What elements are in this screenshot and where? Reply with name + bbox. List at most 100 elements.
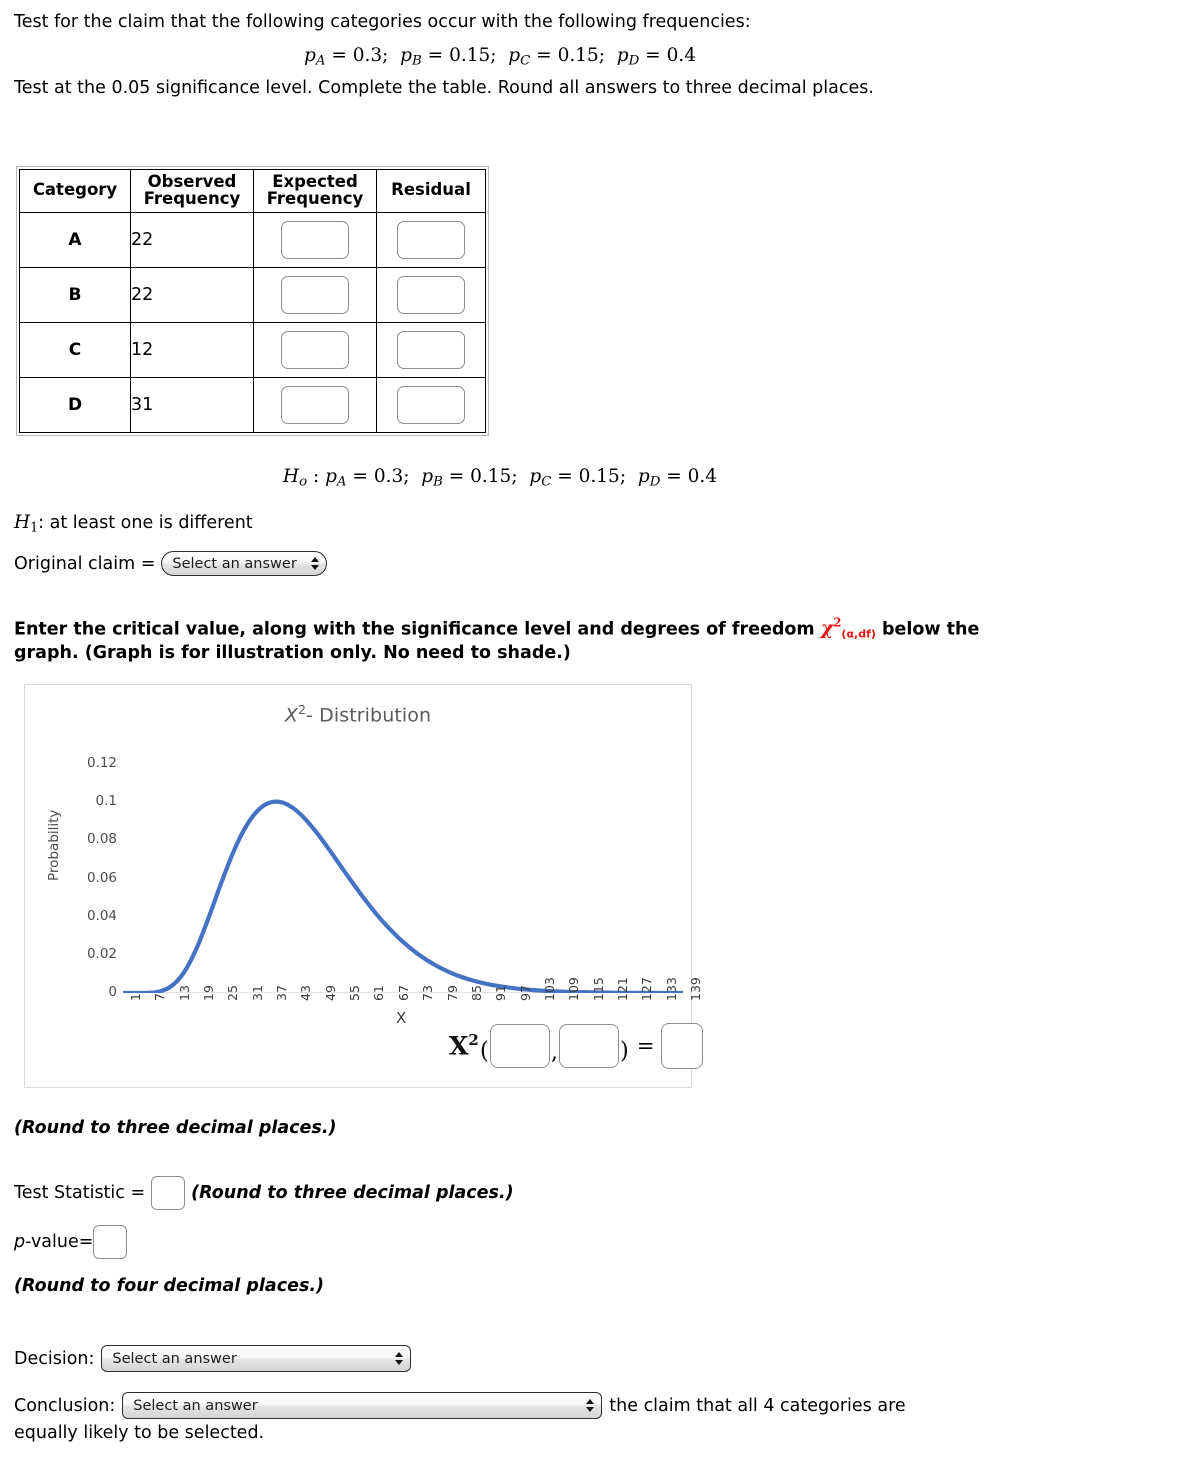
- cell-category-b: B: [20, 267, 130, 322]
- y-axis-tick-label: 0.04: [86, 907, 117, 924]
- y-axis-label: Probability: [46, 809, 62, 881]
- y-axis-tick-label: 0.12: [86, 755, 117, 772]
- table-header-row: Category Observed Frequency Expected Fre…: [20, 170, 485, 212]
- expected-input-a[interactable]: [281, 220, 349, 259]
- chart-title-superscript: 2: [297, 702, 307, 717]
- chart-title-rest: - Distribution: [306, 704, 432, 727]
- chevron-updown-icon: [310, 557, 319, 570]
- round-four-decimals-note: (Round to four decimal places.): [14, 1276, 325, 1296]
- decision-dropdown[interactable]: Select an answer: [101, 1345, 412, 1372]
- header-observed-frequency: Observed Frequency: [131, 170, 253, 212]
- cell-residual-b: [377, 267, 485, 322]
- x-axis-tick-label: 109: [566, 977, 582, 1001]
- h1-text: : at least one is different: [38, 513, 253, 533]
- residual-input-d[interactable]: [397, 385, 465, 424]
- table-row: A 22: [20, 212, 485, 267]
- intro-line-1: Test for the claim that the following ca…: [14, 12, 751, 32]
- p-value-label-rest: -value=: [25, 1232, 94, 1252]
- conclusion-selected-value: Select an answer: [133, 1397, 258, 1414]
- cell-category-a: A: [20, 212, 130, 267]
- conclusion-tail-text: the claim that all 4 categories are: [609, 1395, 906, 1416]
- conclusion-block: Conclusion: Select an answer the claim t…: [14, 1392, 1014, 1443]
- pB-value: 0.15: [449, 45, 491, 66]
- decision-row: Decision: Select an answer: [14, 1345, 412, 1372]
- h1-symbol: H: [14, 512, 31, 533]
- chart-title-base: X: [284, 704, 298, 727]
- chi-squared-alpha-df-notation: χ2(α,df): [820, 616, 876, 641]
- x-axis-tick-label: 67: [395, 985, 411, 1001]
- residual-input-b[interactable]: [397, 275, 465, 314]
- x-axis-tick-label: 115: [590, 977, 606, 1001]
- cell-residual-a: [377, 212, 485, 267]
- expected-input-b[interactable]: [281, 275, 349, 314]
- x-axis-tick-label: 55: [347, 985, 363, 1001]
- residual-input-c[interactable]: [397, 330, 465, 369]
- y-axis-tick-label: 0.02: [86, 945, 117, 962]
- original-claim-label: Original claim =: [14, 553, 156, 574]
- conclusion-label: Conclusion:: [14, 1395, 116, 1416]
- pA-value: 0.3: [352, 45, 383, 66]
- cell-observed-a: 22: [131, 212, 253, 267]
- frequency-table-container: Category Observed Frequency Expected Fre…: [16, 166, 489, 436]
- table-row: C 12: [20, 322, 485, 377]
- y-axis-tick-label: 0.06: [86, 869, 117, 886]
- distribution-curve: [123, 799, 683, 993]
- x-axis-tick-label: 127: [639, 977, 655, 1001]
- conclusion-tail-text-line2: equally likely to be selected.: [14, 1423, 265, 1443]
- expected-input-d[interactable]: [281, 385, 349, 424]
- chi-symbol: χ: [820, 617, 834, 640]
- x-axis-tick-label: 25: [225, 985, 241, 1001]
- test-statistic-input[interactable]: [151, 1176, 186, 1210]
- header-observed-line2: Frequency: [143, 188, 241, 208]
- cell-category-d: D: [20, 377, 130, 432]
- x-axis-tick-label: 61: [371, 985, 387, 1001]
- critical-value-instructions: Enter the critical value, along with the…: [14, 616, 989, 666]
- cell-observed-b: 22: [131, 267, 253, 322]
- decision-selected-value: Select an answer: [112, 1350, 237, 1367]
- x-axis-tick-label: 85: [468, 985, 484, 1001]
- critical-value-formula-row: X2 ( , ) =: [449, 1023, 704, 1069]
- degrees-of-freedom-input[interactable]: [558, 1024, 619, 1068]
- x-axis-tick-label: 73: [420, 985, 436, 1001]
- cell-expected-b: [254, 267, 376, 322]
- worksheet-page: Test for the claim that the following ca…: [0, 0, 1200, 1465]
- header-expected-line2: Frequency: [266, 188, 364, 208]
- table-row: D 31: [20, 377, 485, 432]
- significance-level-input[interactable]: [489, 1024, 550, 1068]
- header-expected-frequency: Expected Frequency: [254, 170, 376, 212]
- cell-residual-c: [377, 322, 485, 377]
- x-axis-label: X: [396, 1009, 407, 1027]
- pD-value: 0.4: [666, 45, 696, 66]
- y-axis-tick-label: 0.08: [86, 831, 117, 848]
- x-axis-tick-label: 91: [493, 985, 509, 1001]
- x-axis-tick-label: 37: [274, 985, 290, 1001]
- chi-subscript: (α,df): [841, 627, 876, 641]
- original-claim-dropdown[interactable]: Select an answer: [161, 551, 327, 576]
- critical-value-input[interactable]: [661, 1023, 704, 1069]
- cell-category-c: C: [20, 322, 130, 377]
- original-claim-row: Original claim = Select an answer: [14, 551, 327, 576]
- chevron-updown-icon: [586, 1399, 595, 1412]
- original-claim-selected-value: Select an answer: [172, 555, 297, 572]
- formula-chi-base: X: [449, 1031, 469, 1061]
- x-axis-tick-label: 97: [517, 985, 533, 1001]
- cell-expected-a: [254, 212, 376, 267]
- expected-input-c[interactable]: [281, 330, 349, 369]
- chart-plot-area: [123, 799, 683, 993]
- cell-observed-c: 12: [131, 322, 253, 377]
- x-axis-tick-label: 79: [444, 985, 460, 1001]
- conclusion-dropdown[interactable]: Select an answer: [122, 1392, 603, 1419]
- test-statistic-round-note: (Round to three decimal places.): [191, 1183, 514, 1203]
- h0-pD: 0.4: [687, 466, 718, 487]
- header-residual: Residual: [377, 170, 485, 212]
- x-axis-tick-label: 49: [322, 985, 338, 1001]
- y-axis-tick-label: 0: [108, 984, 117, 1000]
- p-value-input[interactable]: [93, 1225, 128, 1259]
- test-statistic-row: Test Statistic = (Round to three decimal…: [14, 1176, 514, 1210]
- chevron-updown-icon: [395, 1352, 404, 1365]
- residual-input-a[interactable]: [397, 220, 465, 259]
- x-axis-tick-label: 43: [298, 985, 314, 1001]
- p-value-label-p: p: [14, 1232, 26, 1252]
- x-axis-tick-label: 133: [663, 977, 679, 1001]
- critical-instr-part1: Enter the critical value, along with the…: [14, 619, 821, 640]
